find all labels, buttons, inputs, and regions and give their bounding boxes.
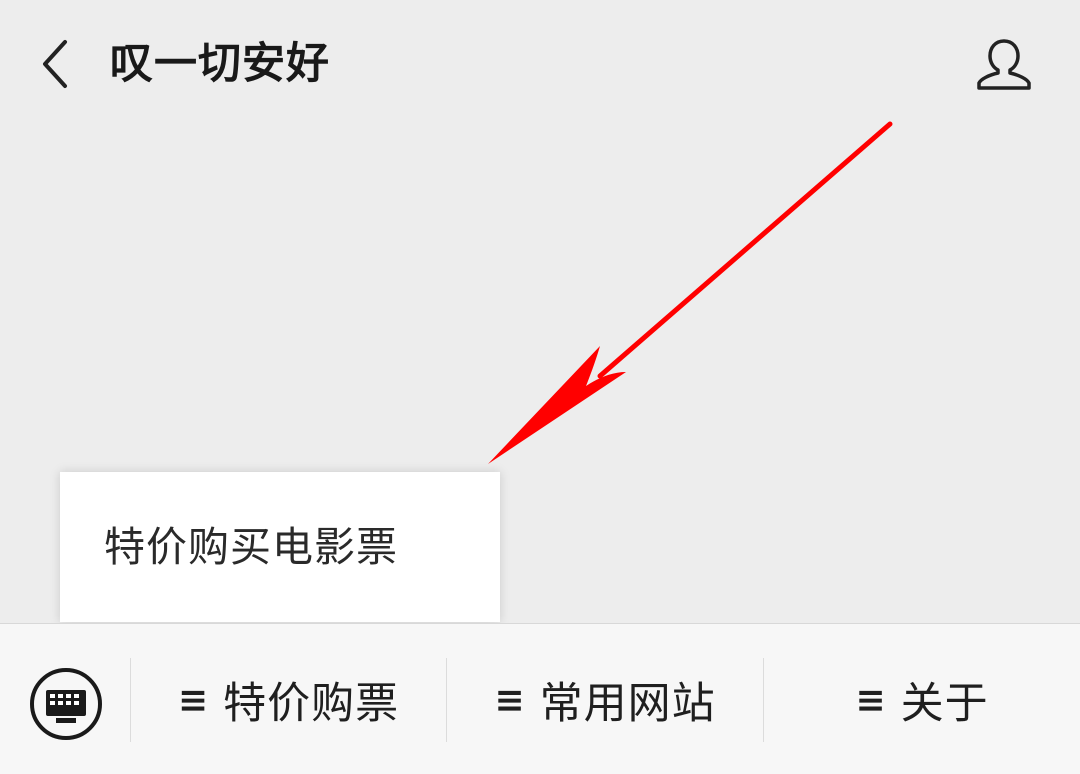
menu-special-tickets[interactable]: ≡ 特价购票	[131, 658, 446, 742]
user-icon	[977, 39, 1031, 90]
menu-lines-icon: ≡	[177, 679, 210, 721]
menu-label: 特价购票	[223, 679, 400, 729]
profile-button[interactable]	[972, 32, 1036, 96]
back-button[interactable]	[30, 36, 80, 92]
menu-common-sites[interactable]: ≡ 常用网站	[447, 658, 763, 742]
menu-label: 常用网站	[539, 679, 716, 729]
popup-item-movie-tickets[interactable]: 特价购买电影票	[104, 520, 398, 574]
popup-menu: 特价购买电影票	[60, 472, 500, 622]
chat-screen: 叹一切安好 特价购买电影票 ≡ 特价购票 ≡ 常用网站 ≡ 关于	[0, 0, 1080, 774]
chevron-left-icon	[43, 40, 67, 88]
menu-label: 关于	[900, 679, 989, 729]
menu-lines-icon: ≡	[855, 679, 887, 721]
header-bar: 叹一切安好	[0, 0, 1080, 128]
keyboard-toggle-button[interactable]	[28, 666, 104, 742]
menu-about[interactable]: ≡ 关于	[764, 658, 1080, 742]
menu-lines-icon: ≡	[494, 679, 526, 721]
bottom-menu-bar: ≡ 特价购票 ≡ 常用网站 ≡ 关于	[0, 623, 1080, 774]
keyboard-icon	[30, 668, 102, 740]
page-title: 叹一切安好	[110, 39, 330, 89]
